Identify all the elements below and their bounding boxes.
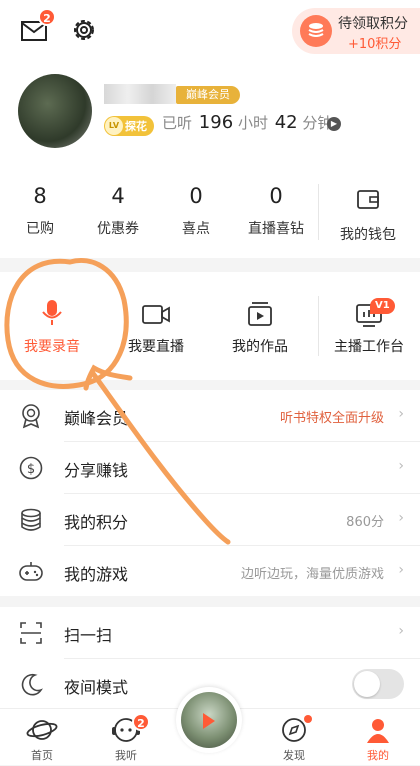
stat-xidian[interactable]: 0 喜点 — [156, 180, 236, 238]
menu-item-hint: 860分 — [346, 515, 384, 530]
points-bonus: +10积分 — [348, 37, 402, 52]
person-icon — [367, 719, 389, 743]
menu-item-hint: 听书特权全面升级 — [279, 411, 384, 426]
hours-unit: 小时 — [237, 114, 268, 132]
lv-icon: LV — [105, 117, 123, 135]
tab-home[interactable]: 首页 — [0, 709, 84, 766]
tab-label: 发现 — [283, 749, 305, 762]
vip-tag[interactable]: 巅峰会员 — [176, 86, 240, 104]
tab-listen[interactable]: 2 我听 — [84, 709, 168, 766]
mail-button[interactable]: 2 — [20, 8, 56, 44]
night-mode-toggle[interactable] — [352, 669, 404, 699]
chevron-right-icon: › — [398, 623, 404, 639]
listen-time-arrow-icon[interactable]: ▶ — [327, 117, 341, 131]
tab-mine[interactable]: 我的 — [336, 709, 420, 766]
scan-icon — [20, 622, 42, 644]
points-claim-button[interactable]: 待领取积分 +10积分 — [292, 8, 420, 54]
my-works-button[interactable]: 我的作品 — [210, 272, 310, 380]
chevron-right-icon: › — [398, 458, 404, 474]
username-blur[interactable] — [104, 84, 176, 104]
gamepad-icon — [19, 562, 43, 581]
play-icon — [203, 713, 215, 729]
tab-label: 我的 — [367, 749, 389, 762]
menu-item-share-earn[interactable]: $ 分享赚钱 › — [0, 442, 420, 494]
anchor-workbench-button[interactable]: V1 主播工作台 — [318, 272, 420, 380]
planet-icon — [26, 720, 58, 740]
now-playing-disc[interactable] — [176, 687, 242, 753]
menu-item-hint: 边听边玩，海量优质游戏 — [240, 567, 384, 582]
record-audio-button[interactable]: 我要录音 — [2, 272, 102, 380]
chevron-right-icon: › — [398, 562, 404, 578]
svg-text:$: $ — [27, 462, 35, 477]
wallet-icon — [357, 190, 379, 209]
stat-coupons[interactable]: 4 优惠券 — [78, 180, 158, 238]
settings-button[interactable] — [70, 16, 98, 44]
listen-hours: 196 — [198, 112, 234, 133]
listen-minutes: 42 — [274, 112, 298, 133]
tab-label: 首页 — [31, 749, 53, 762]
action-label: 我的作品 — [232, 339, 288, 355]
coin-icon — [300, 15, 332, 47]
stat-label: 直播喜钻 — [248, 221, 304, 237]
menu-group-1: 巅峰会员 听书特权全面升级 › $ 分享赚钱 › 我的积分 860分 › 我的游… — [0, 390, 420, 596]
action-label: 主播工作台 — [334, 339, 404, 355]
tab-discover[interactable]: 发现 — [252, 709, 336, 766]
toggle-knob — [354, 671, 380, 697]
stat-label: 喜点 — [182, 221, 210, 237]
divider — [318, 184, 319, 240]
profile-header: 2 待领取积分 +10积分 巅峰会员 LV 探花 已听 196 小时 42 分钟… — [0, 0, 420, 258]
coin-stack-icon — [21, 508, 41, 531]
menu-item-games[interactable]: 我的游戏 边听边玩，海量优质游戏 › — [0, 546, 420, 598]
menu-item-title: 夜间模式 — [64, 678, 129, 697]
stat-label: 优惠券 — [97, 221, 139, 237]
action-label: 我要录音 — [24, 339, 80, 355]
stat-value: 8 — [33, 184, 47, 208]
stat-live-diamond[interactable]: 0 直播喜钻 — [236, 180, 316, 238]
dollar-icon: $ — [19, 456, 43, 480]
medal-icon — [22, 404, 40, 429]
menu-item-title: 分享赚钱 — [64, 461, 129, 480]
moon-icon — [21, 673, 43, 696]
workbench-badge: V1 — [370, 298, 395, 314]
action-label: 我要直播 — [128, 339, 184, 355]
gear-icon — [74, 20, 94, 40]
menu-item-title: 扫一扫 — [64, 626, 113, 645]
level-name: 探花 — [125, 120, 147, 133]
go-live-button[interactable]: 我要直播 — [106, 272, 206, 380]
listen-badge: 2 — [132, 713, 150, 731]
avatar[interactable] — [18, 74, 92, 148]
level-badge[interactable]: LV 探花 — [104, 116, 154, 136]
microphone-icon — [42, 300, 62, 325]
chevron-right-icon: › — [398, 510, 404, 526]
stat-value: 0 — [269, 184, 283, 208]
stat-label: 已购 — [26, 221, 54, 237]
menu-item-title: 我的积分 — [64, 513, 129, 532]
chevron-right-icon: › — [398, 406, 404, 422]
creator-actions: 我要录音 我要直播 我的作品 V1 主播工作台 — [0, 272, 420, 380]
menu-item-title: 巅峰会员 — [64, 409, 129, 428]
wallet-button[interactable]: 我的钱包 — [326, 180, 410, 244]
listen-time[interactable]: 已听 196 小时 42 分钟 — [162, 112, 332, 133]
menu-item-scan[interactable]: 扫一扫 › — [0, 607, 420, 659]
works-play-icon — [248, 302, 272, 326]
wallet-label: 我的钱包 — [340, 227, 396, 243]
stats-row: 8 已购 4 优惠券 0 喜点 0 直播喜钻 我的钱包 — [0, 180, 420, 250]
menu-item-title: 我的游戏 — [64, 565, 129, 584]
video-camera-icon — [142, 305, 170, 324]
discover-dot — [304, 715, 312, 723]
stat-value: 0 — [189, 184, 203, 208]
stat-value: 4 — [111, 184, 125, 208]
tab-label: 我听 — [115, 749, 137, 762]
listened-prefix: 已听 — [162, 114, 193, 132]
mail-badge: 2 — [38, 8, 56, 26]
menu-item-points[interactable]: 我的积分 860分 › — [0, 494, 420, 546]
points-label: 待领取积分 — [338, 16, 408, 32]
stat-purchased[interactable]: 8 已购 — [0, 180, 80, 238]
menu-item-vip[interactable]: 巅峰会员 听书特权全面升级 › — [0, 390, 420, 442]
bottom-tab-bar: 首页 2 我听 发现 我的 — [0, 687, 420, 766]
